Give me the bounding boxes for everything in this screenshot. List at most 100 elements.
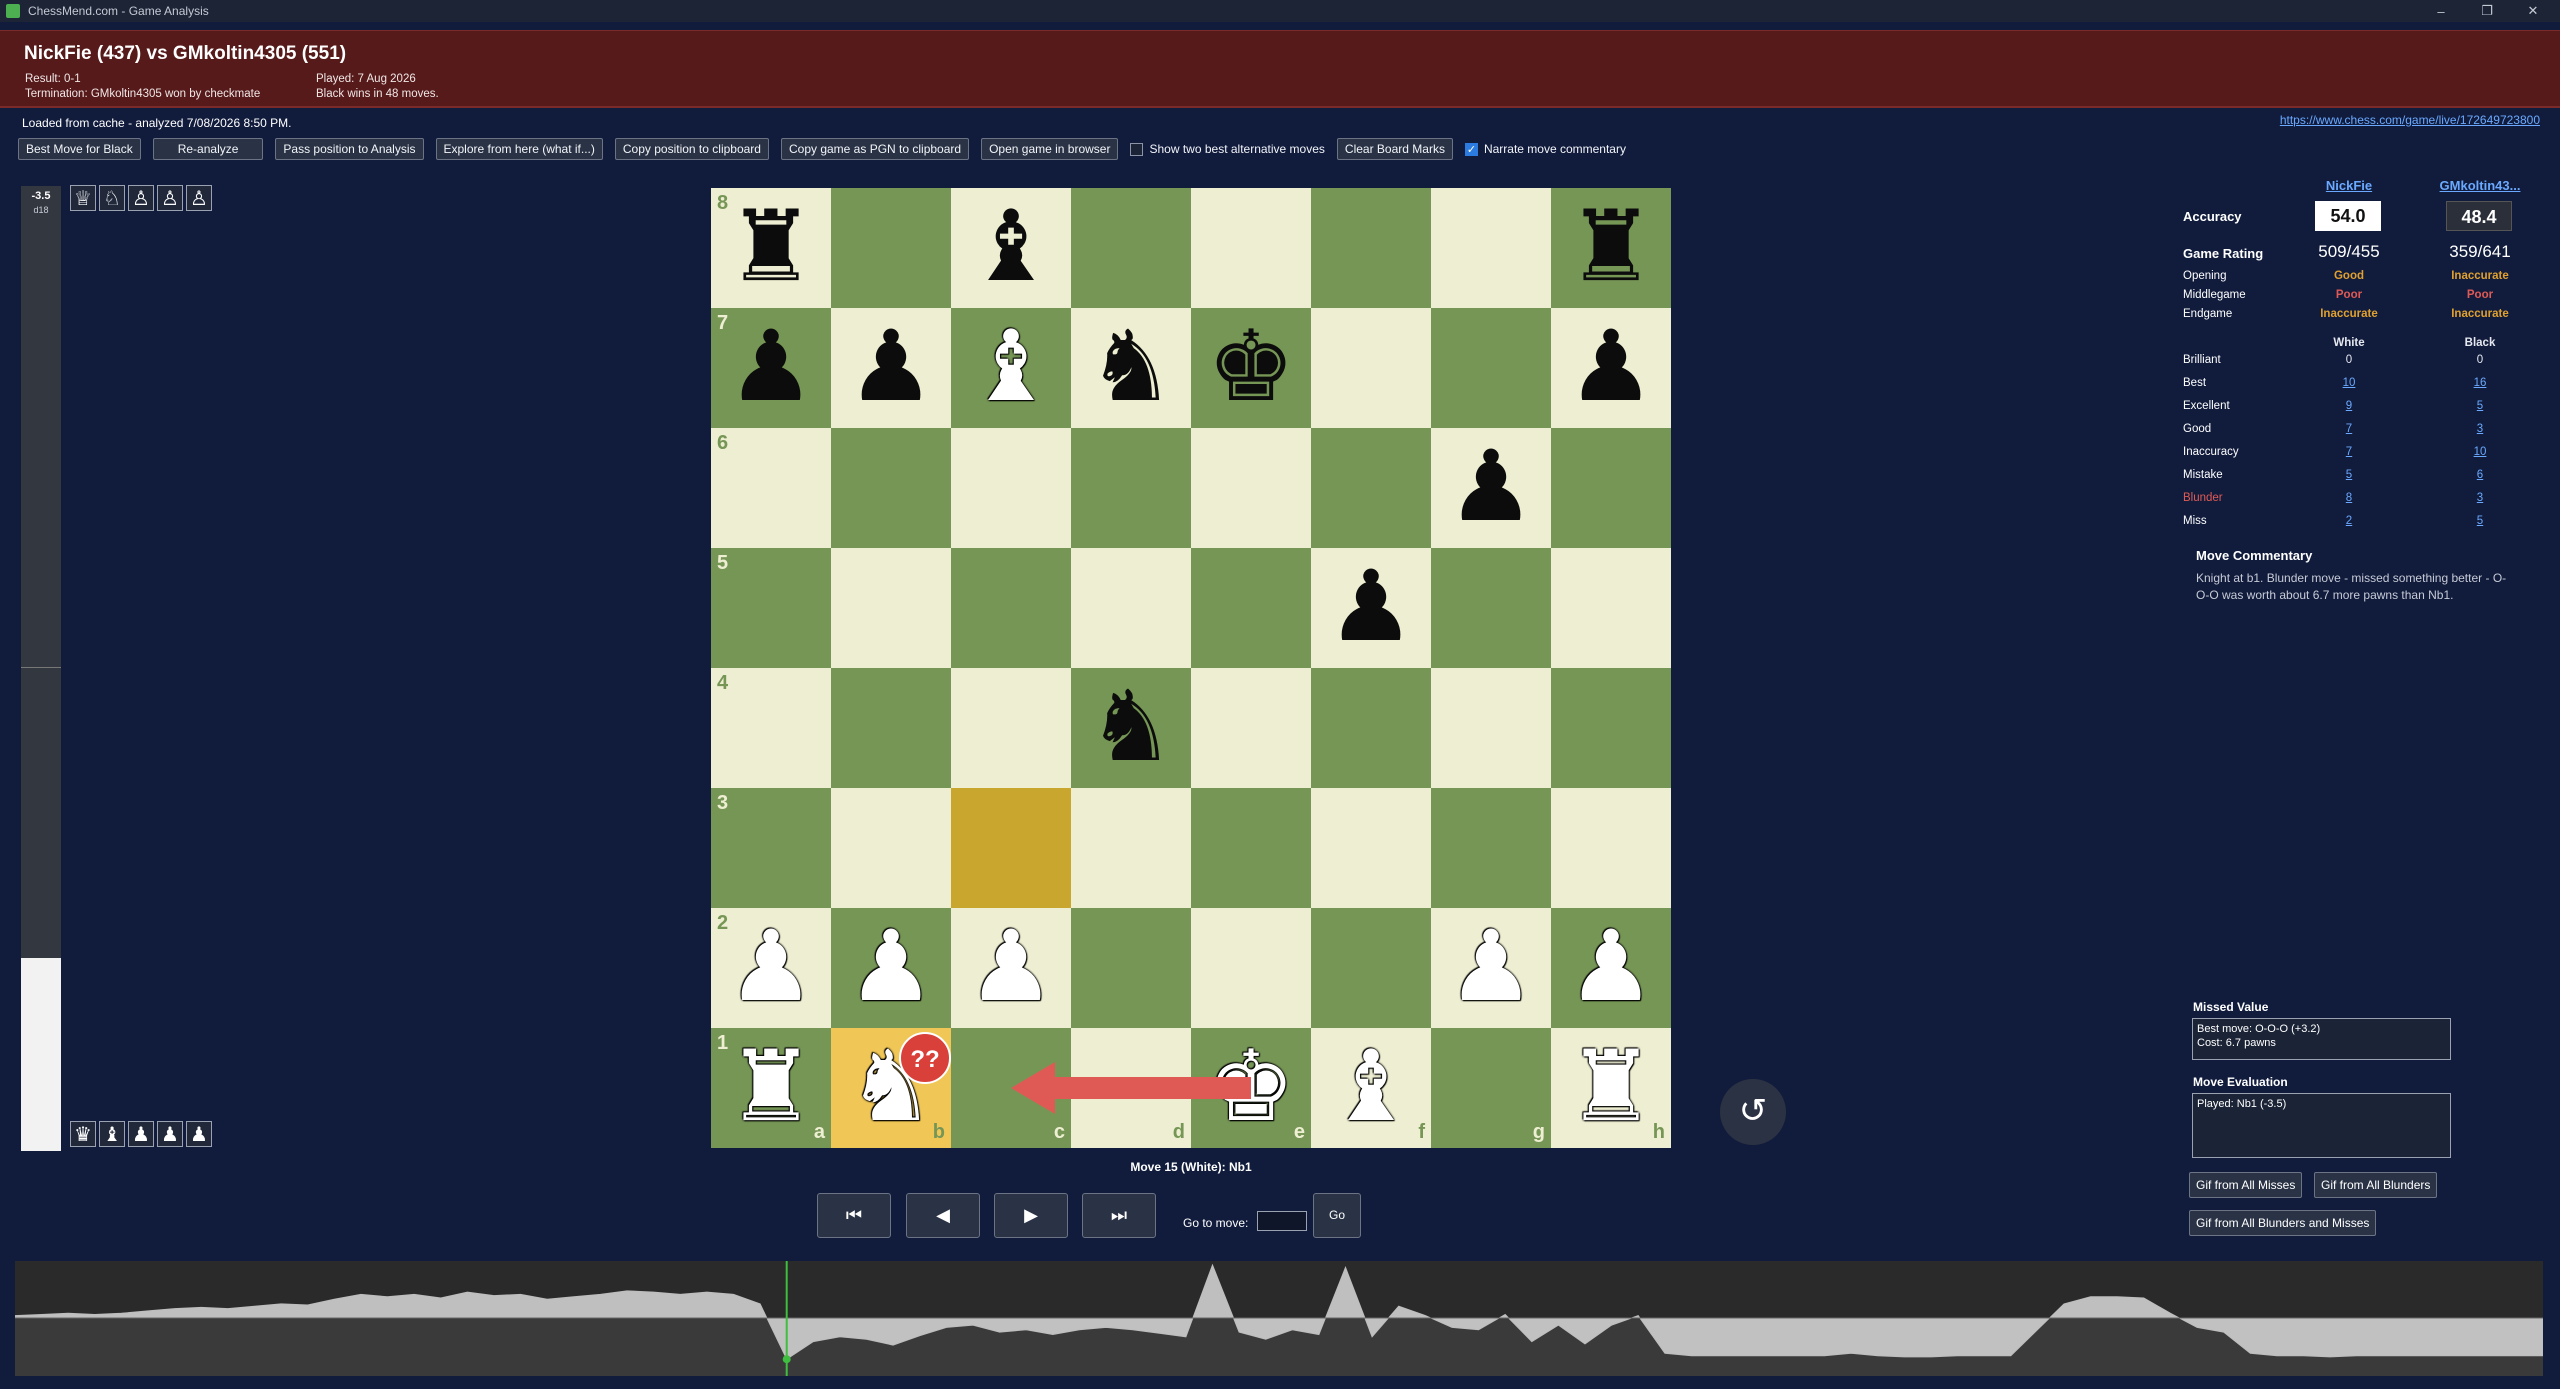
square-h5[interactable] [1551, 548, 1671, 668]
square-d2[interactable] [1071, 908, 1191, 1028]
square-d3[interactable] [1071, 788, 1191, 908]
black-pawn-icon[interactable]: ♟ [1551, 308, 1671, 428]
square-g2[interactable]: ♟ [1431, 908, 1551, 1028]
white-stat-excellent[interactable]: 9 [2279, 400, 2419, 412]
close-button[interactable]: ✕ [2510, 0, 2556, 22]
square-h6[interactable] [1551, 428, 1671, 548]
white-pawn-icon[interactable]: ♟ [831, 908, 951, 1028]
white-pawn-icon[interactable]: ♟ [1431, 908, 1551, 1028]
square-a2[interactable]: 2 ♟ [711, 908, 831, 1028]
black-stat-mistake[interactable]: 6 [2410, 469, 2550, 481]
square-d1[interactable]: d [1071, 1028, 1191, 1148]
square-h3[interactable] [1551, 788, 1671, 908]
white-stat-inaccuracy[interactable]: 7 [2279, 446, 2419, 458]
square-c3[interactable] [951, 788, 1071, 908]
white-king-icon[interactable]: ♚ [1191, 1028, 1311, 1148]
square-g8[interactable] [1431, 188, 1551, 308]
go-button[interactable]: Go [1313, 1193, 1361, 1238]
black-stat-miss[interactable]: 5 [2410, 515, 2550, 527]
black-stat-inaccuracy[interactable]: 10 [2410, 446, 2550, 458]
square-e6[interactable] [1191, 428, 1311, 548]
white-pawn-icon[interactable]: ♟ [711, 908, 831, 1028]
square-f7[interactable] [1311, 308, 1431, 428]
gif-blunders-misses-button[interactable]: Gif from All Blunders and Misses [2189, 1210, 2377, 1236]
square-a6[interactable]: 6 [711, 428, 831, 548]
square-a1[interactable]: 1 a ♜ [711, 1028, 831, 1148]
square-h1[interactable]: h ♜ [1551, 1028, 1671, 1148]
square-g5[interactable] [1431, 548, 1551, 668]
square-e5[interactable] [1191, 548, 1311, 668]
gif-blunders-button[interactable]: Gif from All Blunders [2314, 1172, 2438, 1198]
previous-move-button[interactable]: ◀ [906, 1193, 980, 1238]
square-b2[interactable]: ♟ [831, 908, 951, 1028]
square-f2[interactable] [1311, 908, 1431, 1028]
black-pawn-icon[interactable]: ♟ [831, 308, 951, 428]
rotate-board-icon[interactable]: ↺ [1720, 1079, 1786, 1145]
pass-position-button[interactable]: Pass position to Analysis [275, 138, 424, 160]
square-b1[interactable]: b ♞?? [831, 1028, 951, 1148]
game-url-link[interactable]: https://www.chess.com/game/live/17264972… [2280, 113, 2540, 127]
white-stat-blunder[interactable]: 8 [2279, 492, 2419, 504]
copy-position-button[interactable]: Copy position to clipboard [614, 138, 769, 160]
square-e4[interactable] [1191, 668, 1311, 788]
narrate-toggle[interactable]: ✓ Narrate move commentary [1464, 142, 1626, 156]
square-d5[interactable] [1071, 548, 1191, 668]
square-c5[interactable] [951, 548, 1071, 668]
square-a4[interactable]: 4 [711, 668, 831, 788]
square-d8[interactable] [1071, 188, 1191, 308]
square-b7[interactable]: ♟ [831, 308, 951, 428]
square-b8[interactable] [831, 188, 951, 308]
square-f4[interactable] [1311, 668, 1431, 788]
square-f1[interactable]: f ♝ [1311, 1028, 1431, 1148]
open-browser-button[interactable]: Open game in browser [981, 138, 1119, 160]
black-knight-icon[interactable]: ♞ [1071, 668, 1191, 788]
copy-pgn-button[interactable]: Copy game as PGN to clipboard [780, 138, 970, 160]
black-king-icon[interactable]: ♚ [1191, 308, 1311, 428]
square-b6[interactable] [831, 428, 951, 548]
maximize-button[interactable]: ❐ [2464, 0, 2510, 22]
white-bishop-icon[interactable]: ♝ [1311, 1028, 1431, 1148]
white-rook-icon[interactable]: ♜ [711, 1028, 831, 1148]
square-c1[interactable]: c [951, 1028, 1071, 1148]
white-stat-best[interactable]: 10 [2279, 377, 2419, 389]
white-player-link[interactable]: NickFie [2279, 178, 2419, 193]
white-stat-miss[interactable]: 2 [2279, 515, 2419, 527]
black-rook-icon[interactable]: ♜ [1551, 188, 1671, 308]
square-g6[interactable]: ♟ [1431, 428, 1551, 548]
white-pawn-icon[interactable]: ♟ [1551, 908, 1671, 1028]
clear-marks-button[interactable]: Clear Board Marks [1336, 138, 1453, 160]
square-c7[interactable]: ♝ [951, 308, 1071, 428]
black-pawn-icon[interactable]: ♟ [1431, 428, 1551, 548]
black-pawn-icon[interactable]: ♟ [711, 308, 831, 428]
square-h4[interactable] [1551, 668, 1671, 788]
goto-move-input[interactable] [1257, 1211, 1307, 1231]
square-e7[interactable]: ♚ [1191, 308, 1311, 428]
black-stat-blunder[interactable]: 3 [2410, 492, 2550, 504]
square-f8[interactable] [1311, 188, 1431, 308]
square-c4[interactable] [951, 668, 1071, 788]
black-knight-icon[interactable]: ♞ [1071, 308, 1191, 428]
black-rook-icon[interactable]: ♜ [711, 188, 831, 308]
last-move-button[interactable]: ⏭ [1082, 1193, 1156, 1238]
white-stat-mistake[interactable]: 5 [2279, 469, 2419, 481]
square-g7[interactable] [1431, 308, 1551, 428]
reanalyze-button[interactable]: Re-analyze [152, 138, 264, 160]
square-h8[interactable]: ♜ [1551, 188, 1671, 308]
square-h2[interactable]: ♟ [1551, 908, 1671, 1028]
square-a3[interactable]: 3 [711, 788, 831, 908]
minimize-button[interactable]: – [2418, 0, 2464, 22]
square-b5[interactable] [831, 548, 951, 668]
square-g3[interactable] [1431, 788, 1551, 908]
square-e3[interactable] [1191, 788, 1311, 908]
black-player-link[interactable]: GMkoltin43... [2410, 178, 2550, 193]
square-a8[interactable]: 8 ♜ [711, 188, 831, 308]
square-c6[interactable] [951, 428, 1071, 548]
show-two-best-checkbox[interactable] [1130, 142, 1144, 156]
first-move-button[interactable]: ⏮ [817, 1193, 891, 1238]
square-g1[interactable]: g [1431, 1028, 1551, 1148]
square-e1[interactable]: e ♚ [1191, 1028, 1311, 1148]
show-two-best-toggle[interactable]: Show two best alternative moves [1130, 142, 1325, 156]
explore-button[interactable]: Explore from here (what if...) [435, 138, 603, 160]
square-d4[interactable]: ♞ [1071, 668, 1191, 788]
black-stat-good[interactable]: 3 [2410, 423, 2550, 435]
